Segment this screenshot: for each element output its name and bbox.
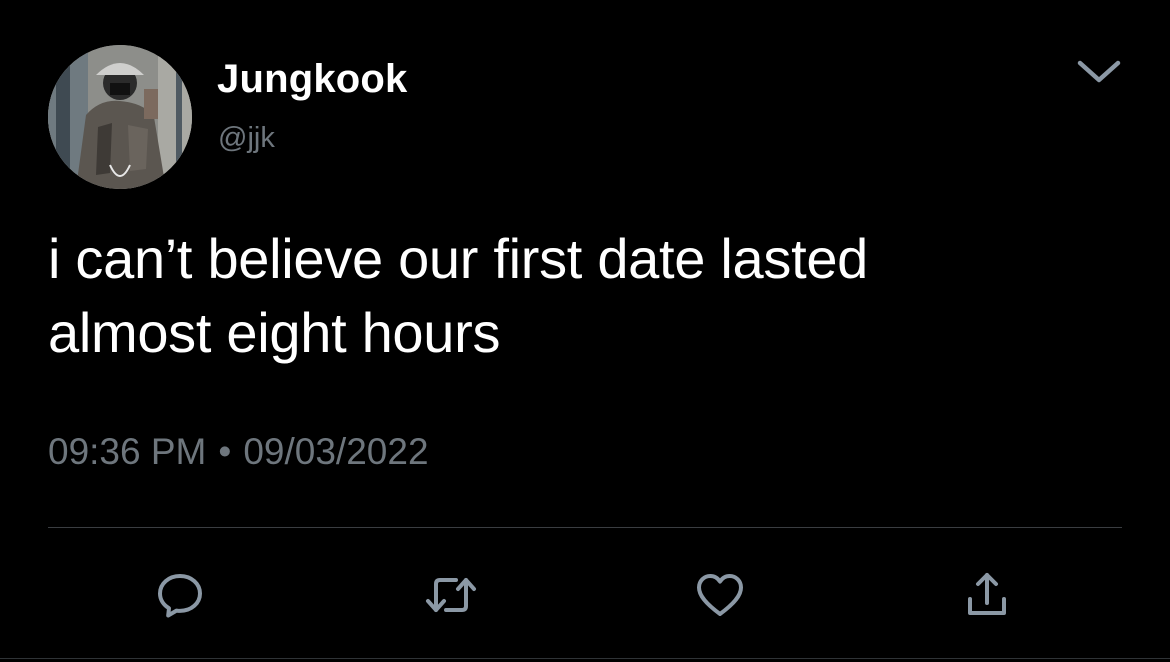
avatar[interactable] (48, 45, 192, 189)
reply-button[interactable] (153, 568, 207, 622)
tweet-date[interactable]: 09/03/2022 (243, 431, 428, 472)
retweet-icon (426, 578, 476, 612)
heart-icon (697, 574, 743, 616)
tweet-text-line: almost eight hours (48, 301, 501, 364)
share-icon (968, 573, 1006, 615)
retweet-button[interactable] (424, 568, 478, 622)
chevron-down-icon (1077, 60, 1121, 83)
tweet-text-line: i can’t believe our first date lasted (48, 227, 869, 290)
like-button[interactable] (693, 568, 747, 622)
share-button[interactable] (960, 568, 1014, 622)
meta-separator: • (218, 431, 232, 472)
bottom-border (0, 658, 1170, 659)
avatar-image (48, 45, 192, 189)
reply-icon (158, 574, 202, 618)
tweet-time[interactable]: 09:36 PM (48, 431, 206, 472)
divider (48, 527, 1122, 528)
tweet-text: i can’t believe our first date lasted al… (48, 222, 1108, 370)
tweet-card: Jungkook @jjk i can’t believe our first … (0, 0, 1170, 662)
more-options-button[interactable] (1072, 50, 1126, 90)
tweet-timestamp: 09:36 PM • 09/03/2022 (48, 428, 429, 476)
user-handle[interactable]: @jjk (218, 120, 275, 156)
display-name[interactable]: Jungkook (217, 55, 408, 103)
